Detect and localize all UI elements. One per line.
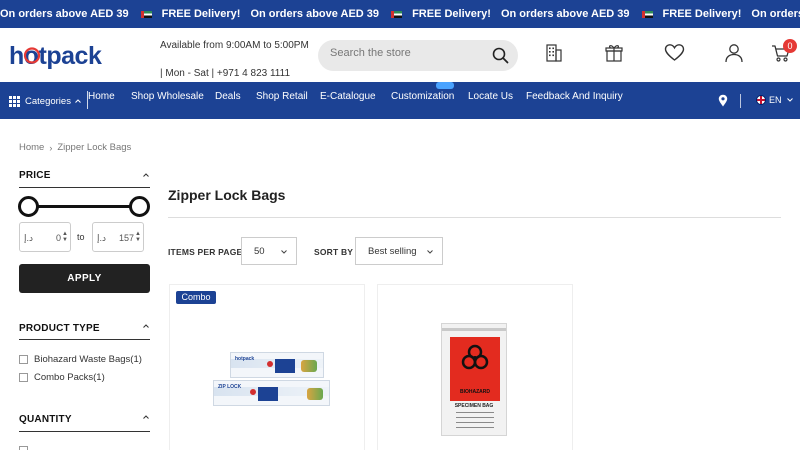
pack-label-text: ZIP LOCK <box>218 384 242 390</box>
nav-item-shop-wholesale[interactable]: Shop Wholesale <box>131 91 204 102</box>
nav-item-home[interactable]: Home <box>88 91 115 102</box>
checkbox[interactable] <box>19 355 28 364</box>
store-contact[interactable]: | Mon - Sat | +971 4 823 1111 <box>160 68 290 79</box>
chevron-up-icon[interactable] <box>142 414 150 420</box>
promo-delivery-text: FREE Delivery! <box>412 8 491 20</box>
sort-by-value: Best selling <box>368 246 417 257</box>
chevron-up-icon <box>75 99 81 103</box>
items-per-page-select[interactable]: 50 <box>241 237 297 265</box>
search-input[interactable] <box>330 47 480 59</box>
promo-delivery-text: FREE Delivery! <box>662 8 742 20</box>
stepper-icon[interactable]: ▲ ▼ <box>62 231 68 243</box>
product-type-filter-title[interactable]: PRODUCT TYPE <box>19 323 100 334</box>
heart-icon[interactable] <box>664 43 685 63</box>
logo-text: hotpack <box>9 42 102 70</box>
checkbox[interactable] <box>19 373 28 382</box>
price-slider-track[interactable] <box>28 205 140 208</box>
user-icon[interactable] <box>724 43 744 63</box>
currency-label: د.إ <box>97 233 107 243</box>
bag-top-text: BIOHAZARD <box>460 389 490 395</box>
bag-title-text: SPECIMEN BAG <box>454 403 494 409</box>
chevron-down-icon <box>281 250 287 254</box>
stepper-icon[interactable]: ▲ ▼ <box>135 231 141 243</box>
site-header: hotpack Available from 9:00AM to 5:00PM … <box>0 28 800 82</box>
cart-count-badge: 0 <box>783 39 797 53</box>
items-per-page-label: ITEMS PER PAGE <box>168 247 243 257</box>
new-badge <box>436 82 454 89</box>
checkbox[interactable] <box>19 446 28 450</box>
language-selector[interactable]: EN <box>756 95 794 105</box>
uae-flag-icon <box>641 10 653 18</box>
nav-divider <box>740 94 741 108</box>
promo-delivery-text: FREE Delivery! <box>161 8 241 20</box>
filter-option-quantity[interactable] <box>19 446 34 450</box>
language-label: EN <box>769 95 782 105</box>
breadcrumb-home[interactable]: Home <box>19 142 44 153</box>
chevron-up-icon[interactable] <box>142 323 150 329</box>
hotpack-logo[interactable]: hotpack <box>9 42 135 70</box>
price-slider-max-handle[interactable] <box>129 196 150 217</box>
uae-flag-icon <box>140 10 152 18</box>
product-image[interactable]: BIOHAZARD SPECIMEN BAG <box>441 323 507 436</box>
product-image[interactable]: hotpack <box>230 352 324 378</box>
sort-by-select[interactable]: Best selling <box>355 237 443 265</box>
product-image[interactable]: ZIP LOCK <box>213 380 330 406</box>
promo-offer-text: On orders above AED 39 <box>500 8 630 20</box>
page-title: Zipper Lock Bags <box>168 187 286 203</box>
nav-item-customization[interactable]: Customization <box>391 91 454 102</box>
pack-brand-text: hotpack <box>235 356 255 362</box>
nav-item-feedback[interactable]: Feedback And Inquiry <box>526 91 623 102</box>
filter-option-label: Biohazard Waste Bags <box>34 354 131 365</box>
sort-by-label: SORT BY <box>314 247 354 257</box>
promo-marquee: On orders above AED 39 FREE Delivery! On o… <box>0 0 800 28</box>
uae-flag-icon <box>391 10 403 18</box>
price-filter-title[interactable]: PRICE <box>19 170 51 181</box>
filter-option-count: (1) <box>130 354 142 365</box>
breadcrumb: Home › Zipper Lock Bags <box>19 142 131 153</box>
breadcrumb-current: Zipper Lock Bags <box>57 142 132 153</box>
combo-badge: Combo <box>176 291 216 304</box>
promo-offer-text: On orders above AED 39 <box>751 8 800 20</box>
store-hours: Available from 9:00AM to 5:00PM <box>160 40 309 51</box>
filter-option-combo-packs[interactable]: Combo Packs (1) <box>19 372 105 383</box>
chevron-down-icon <box>427 250 433 254</box>
divider <box>168 217 781 218</box>
main-nav: Categories Home Shop Wholesale Deals Sho… <box>0 82 800 119</box>
price-slider-min-handle[interactable] <box>18 196 39 217</box>
divider <box>19 431 150 432</box>
divider <box>19 187 150 188</box>
search-icon[interactable] <box>492 47 509 64</box>
items-per-page-value: 50 <box>254 246 265 257</box>
filter-option-biohazard[interactable]: Biohazard Waste Bags (1) <box>19 354 142 365</box>
biohazard-icon <box>461 344 489 370</box>
filter-option-count: (1) <box>93 372 105 383</box>
nav-item-deals[interactable]: Deals <box>215 91 241 102</box>
search-bar <box>318 40 518 71</box>
price-max-value: 157 <box>118 233 134 243</box>
filter-option-label: Combo Packs <box>34 372 94 383</box>
grid-icon <box>9 95 20 107</box>
quantity-filter-title[interactable]: QUANTITY <box>19 414 72 425</box>
price-range-to-label: to <box>77 232 85 242</box>
nav-item-e-catalogue[interactable]: E-Catalogue <box>320 91 376 102</box>
building-icon[interactable] <box>544 43 564 63</box>
price-min-value: 0 <box>55 233 61 243</box>
apply-button[interactable]: APPLY <box>19 264 150 293</box>
chevron-down-icon <box>786 98 793 102</box>
promo-offer-text: On orders above AED 39 <box>0 8 129 20</box>
categories-menu-button[interactable]: Categories <box>9 94 82 108</box>
chevron-right-icon: › <box>49 142 53 153</box>
chevron-up-icon[interactable] <box>142 172 150 178</box>
gift-icon[interactable] <box>604 43 624 63</box>
promo-offer-text: On orders above AED 39 <box>250 8 380 20</box>
nav-item-shop-retail[interactable]: Shop Retail <box>256 91 308 102</box>
nav-item-locate-us[interactable]: Locate Us <box>468 91 513 102</box>
categories-label: Categories <box>25 95 71 107</box>
price-min-input[interactable]: د.إ 0 ▲ ▼ <box>19 222 71 252</box>
divider <box>19 339 150 340</box>
currency-label: د.إ <box>24 233 34 243</box>
uk-flag-icon <box>756 95 766 105</box>
location-pin-icon[interactable] <box>718 94 728 107</box>
price-max-input[interactable]: د.إ 157 ▲ ▼ <box>92 222 144 252</box>
